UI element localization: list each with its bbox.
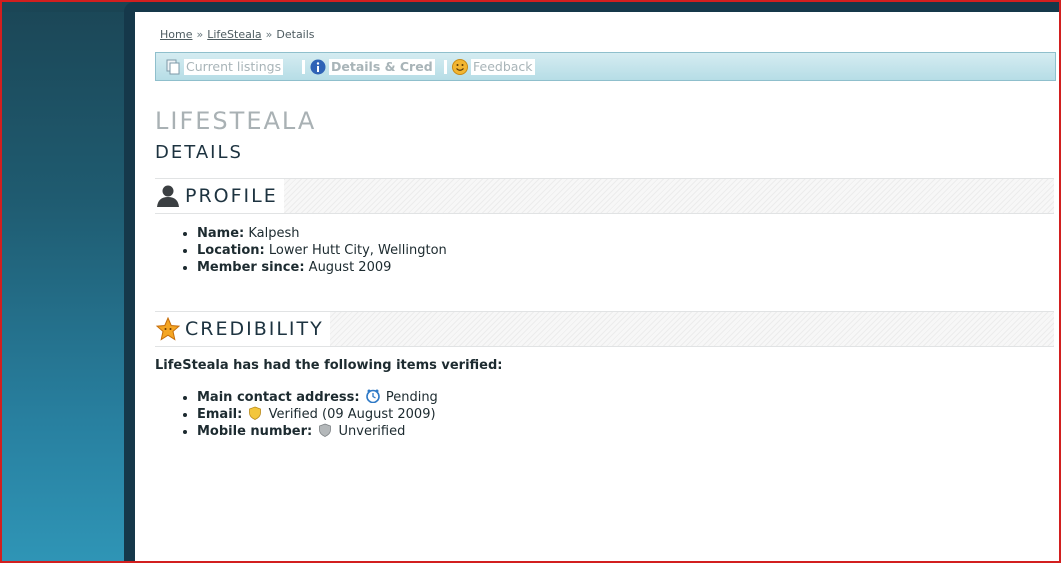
- breadcrumb-separator: »: [265, 28, 273, 41]
- tab-divider: [302, 60, 305, 74]
- credibility-heading: CREDIBILITY: [155, 312, 330, 346]
- mobile-status: Unverified: [338, 424, 406, 439]
- credibility-heading-text: CREDIBILITY: [185, 318, 324, 340]
- star-icon: [155, 317, 181, 341]
- credibility-intro: LifeSteala has had the following items v…: [155, 358, 503, 373]
- profile-heading-text: PROFILE: [185, 185, 278, 207]
- breadcrumb-current: Details: [276, 28, 315, 41]
- profile-heading: PROFILE: [155, 179, 284, 213]
- name-label: Name:: [197, 226, 245, 241]
- list-item: Name: Kalpesh: [197, 225, 447, 242]
- profile-list: Name: Kalpesh Location: Lower Hutt City,…: [175, 225, 447, 276]
- page-title: LIFESTEALA: [155, 107, 317, 135]
- credibility-section-header: CREDIBILITY: [155, 311, 1054, 347]
- tab-feedback[interactable]: Feedback: [444, 58, 535, 76]
- grey-shield-icon: [319, 423, 332, 437]
- list-item: Location: Lower Hutt City, Wellington: [197, 242, 447, 259]
- gold-shield-icon: [249, 406, 262, 420]
- breadcrumb-user-link[interactable]: LifeSteala: [207, 28, 261, 41]
- list-item: Mobile number: Unverified: [197, 423, 438, 440]
- breadcrumb-home-link[interactable]: Home: [160, 28, 192, 41]
- tab-divider: [444, 60, 447, 74]
- tab-bar: Current listings Details & Cred Feedback: [155, 52, 1056, 81]
- clock-icon: [365, 389, 380, 403]
- list-item: Main contact address: Pending: [197, 389, 438, 406]
- name-value: Kalpesh: [248, 226, 300, 241]
- smiley-icon: [452, 59, 468, 75]
- page-subtitle: DETAILS: [155, 142, 243, 163]
- email-status: Verified (09 August 2009): [268, 407, 436, 422]
- credibility-list: Main contact address: Pending Email: Ver…: [175, 389, 438, 440]
- member-since-label: Member since:: [197, 260, 305, 275]
- content-panel: Home» LifeSteala» Details Current listings…: [135, 12, 1061, 563]
- list-item: Email: Verified (09 August 2009): [197, 406, 438, 423]
- tab-details-cred-label: Details & Cred: [329, 59, 435, 75]
- tab-details-cred[interactable]: Details & Cred: [302, 58, 435, 76]
- location-value: Lower Hutt City, Wellington: [268, 243, 447, 258]
- address-label: Main contact address:: [197, 390, 360, 405]
- mobile-label: Mobile number:: [197, 424, 313, 439]
- address-status: Pending: [385, 390, 438, 405]
- person-icon: [157, 185, 179, 207]
- email-label: Email:: [197, 407, 243, 422]
- pages-icon: [166, 59, 180, 75]
- location-label: Location:: [197, 243, 265, 258]
- profile-section-header: PROFILE: [155, 178, 1054, 214]
- info-icon: [310, 59, 326, 75]
- tab-feedback-label: Feedback: [471, 59, 535, 75]
- tab-current-listings-label: Current listings: [184, 59, 284, 75]
- breadcrumb-separator: »: [196, 28, 204, 41]
- breadcrumb: Home» LifeSteala» Details: [160, 28, 315, 41]
- member-since-value: August 2009: [308, 260, 392, 275]
- list-item: Member since: August 2009: [197, 259, 447, 276]
- tab-current-listings[interactable]: Current listings: [165, 58, 284, 76]
